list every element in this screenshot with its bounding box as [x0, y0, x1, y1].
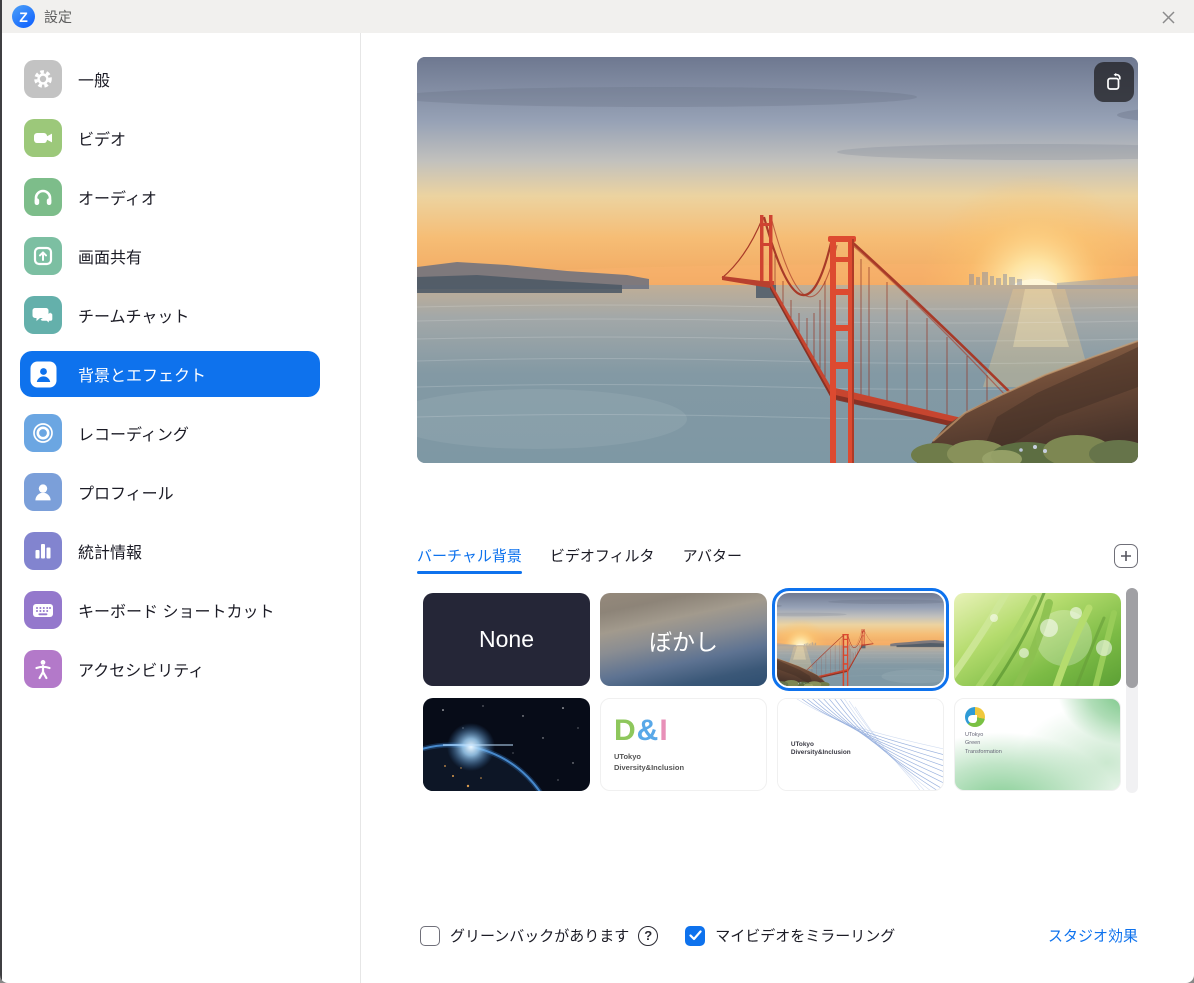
sidebar-item-screen-share[interactable]: 画面共有 — [20, 233, 320, 279]
zoom-settings-window: Z 設定 一般 ビデオ — [0, 0, 1194, 983]
green-transformation-logo-block: UTokyo Green Transformation — [965, 707, 1002, 756]
sidebar-item-statistics[interactable]: 統計情報 — [20, 528, 320, 574]
gallery-scrollbar-thumb[interactable] — [1126, 588, 1138, 688]
tab-avatar[interactable]: アバター — [683, 545, 742, 574]
sidebar-item-label: 画面共有 — [78, 244, 142, 268]
sidebar-item-keyboard-shortcuts[interactable]: キーボード ショートカット — [20, 587, 320, 633]
thumbnail-label: None — [479, 626, 534, 653]
background-gallery: None ぼかし — [423, 593, 1121, 791]
sidebar-item-label: 統計情報 — [78, 539, 142, 563]
chat-bubbles-icon — [24, 296, 62, 334]
sidebar-item-recording[interactable]: レコーディング — [20, 410, 320, 456]
golden-gate-thumbnail-image — [777, 593, 944, 686]
background-thumbnail-blur[interactable]: ぼかし — [600, 593, 767, 686]
rotate-preview-button[interactable] — [1094, 62, 1134, 102]
background-thumbnail-golden-gate[interactable] — [777, 593, 944, 686]
plus-icon — [1120, 550, 1132, 562]
sidebar-item-label: キーボード ショートカット — [78, 598, 274, 622]
screen-share-icon — [24, 237, 62, 275]
studio-effects-link[interactable]: スタジオ効果 — [1048, 925, 1138, 946]
person-icon — [24, 473, 62, 511]
sidebar-item-label: プロフィール — [78, 480, 174, 504]
tab-video-filter[interactable]: ビデオフィルタ — [550, 545, 655, 574]
background-thumbnail-none[interactable]: None — [423, 593, 590, 686]
sidebar-item-label: 一般 — [78, 67, 110, 91]
di-org-text: UTokyo Diversity&Inclusion — [614, 752, 684, 772]
video-preview — [417, 57, 1138, 463]
sidebar-item-label: オーディオ — [78, 185, 157, 209]
sidebar-item-general[interactable]: 一般 — [20, 56, 320, 102]
sidebar-item-accessibility[interactable]: アクセシビリティ — [20, 646, 320, 692]
background-thumbnail-utokyo-di-logo[interactable]: D&I UTokyo Diversity&Inclusion — [600, 698, 767, 791]
sidebar-item-background-effects[interactable]: 背景とエフェクト — [20, 351, 320, 397]
bar-chart-icon — [24, 532, 62, 570]
accessibility-icon — [24, 650, 62, 688]
utokyo-green-logo-icon — [965, 707, 985, 727]
golden-gate-preview-image — [417, 57, 1138, 463]
grass-thumbnail-image — [954, 593, 1121, 686]
question-mark-icon: ? — [644, 928, 652, 943]
record-circle-icon — [24, 414, 62, 452]
sidebar-item-label: 背景とエフェクト — [78, 362, 206, 386]
headphones-icon — [24, 178, 62, 216]
sidebar-item-team-chat[interactable]: チームチャット — [20, 292, 320, 338]
title-bar: Z 設定 — [0, 0, 1194, 33]
background-thumbnail-earth[interactable] — [423, 698, 590, 791]
sidebar-item-video[interactable]: ビデオ — [20, 115, 320, 161]
gallery-scrollbar[interactable] — [1126, 588, 1138, 793]
background-thumbnail-utokyo-di-waves[interactable]: UTokyo Diversity&Inclusion — [777, 698, 944, 791]
zoom-logo-icon: Z — [12, 5, 35, 28]
background-person-icon — [24, 355, 62, 393]
background-effects-panel: バーチャル背景 ビデオフィルタ アバター None ぼかし — [361, 33, 1194, 983]
background-options-footer: グリーンバックがあります ? マイビデオをミラーリング スタジオ効果 — [420, 925, 1138, 946]
mirror-video-label[interactable]: マイビデオをミラーリング — [715, 925, 895, 946]
green-screen-label[interactable]: グリーンバックがあります — [450, 925, 629, 946]
close-button[interactable] — [1156, 5, 1180, 29]
settings-sidebar: 一般 ビデオ オーディオ 画面共有 — [0, 33, 361, 983]
checkmark-icon — [689, 930, 702, 941]
sidebar-item-profile[interactable]: プロフィール — [20, 469, 320, 515]
background-tabs: バーチャル背景 ビデオフィルタ アバター — [417, 545, 1138, 574]
mirror-video-group: マイビデオをミラーリング — [685, 925, 895, 946]
thumbnail-label: ぼかし — [649, 623, 718, 657]
sidebar-item-audio[interactable]: オーディオ — [20, 174, 320, 220]
close-icon — [1161, 10, 1176, 25]
mirror-video-checkbox[interactable] — [685, 926, 705, 946]
sidebar-item-label: チームチャット — [78, 303, 189, 327]
window-title: 設定 — [44, 7, 72, 27]
help-button[interactable]: ? — [638, 926, 658, 946]
background-thumbnail-grass[interactable] — [954, 593, 1121, 686]
video-camera-icon — [24, 119, 62, 157]
background-thumbnail-utokyo-green[interactable]: UTokyo Green Transformation — [954, 698, 1121, 791]
window-edge — [0, 0, 2, 983]
sidebar-item-label: ビデオ — [78, 126, 126, 150]
earth-thumbnail-image — [423, 698, 590, 791]
rotate-icon — [1104, 72, 1124, 92]
sidebar-item-label: アクセシビリティ — [78, 657, 204, 681]
keyboard-icon — [24, 591, 62, 629]
waves-thumbnail-image: UTokyo Diversity&Inclusion — [778, 699, 943, 790]
gear-icon — [24, 60, 62, 98]
di-logo: D&I — [614, 716, 669, 746]
green-screen-checkbox[interactable] — [420, 926, 440, 946]
tab-virtual-background[interactable]: バーチャル背景 — [417, 545, 522, 574]
add-background-button[interactable] — [1114, 544, 1138, 568]
sidebar-item-label: レコーディング — [78, 421, 189, 445]
